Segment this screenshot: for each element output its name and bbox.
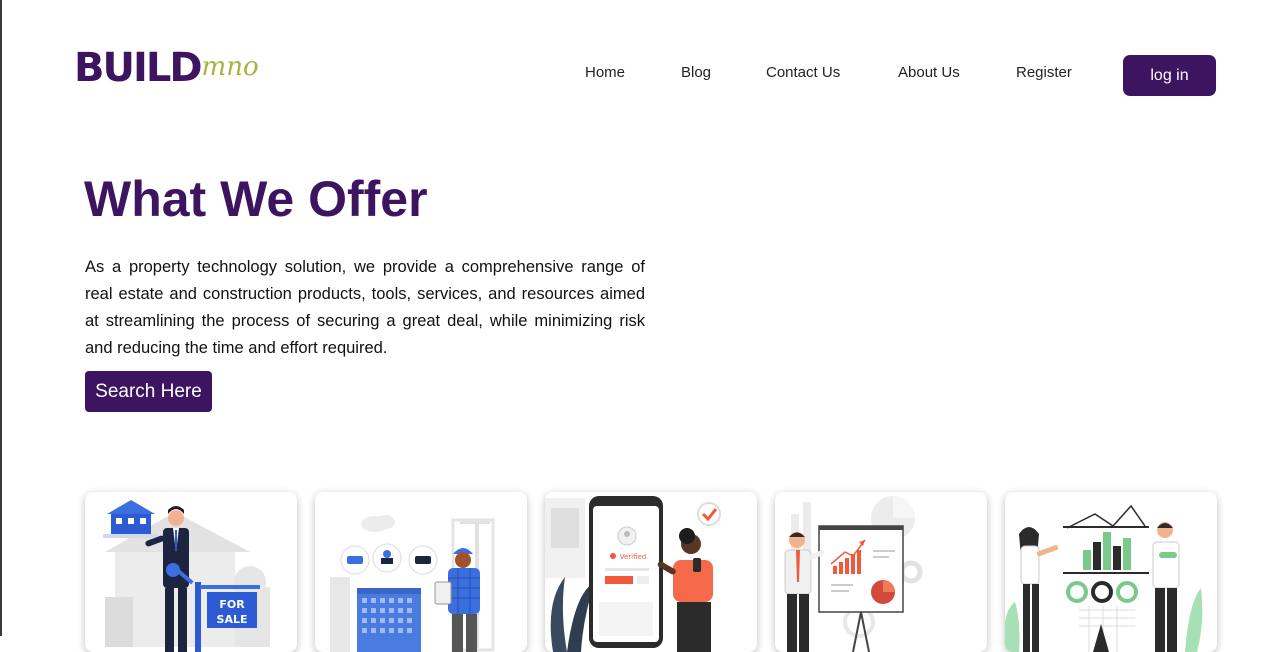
nav-contact-link[interactable]: Contact Us [766,64,840,81]
hero-title: What We Offer [84,171,428,227]
verified-phone-illustration: Verified [545,496,721,652]
logo-primary-text: BUILD [74,45,203,91]
for-sale-sign-line2: SALE [217,613,248,626]
logo[interactable]: BUILD mno [74,44,259,88]
for-sale-sign-line1: FOR [219,598,245,611]
offer-card-real-estate[interactable]: FOR SALE [85,492,297,652]
presentation-chart-illustration [784,496,923,652]
offer-card-construction[interactable] [315,492,527,652]
nav-home-link[interactable]: Home [585,64,625,81]
logo-secondary-text: mno [201,52,259,82]
construction-worker-illustration [330,515,495,652]
window-left-edge [0,0,2,636]
hero-description: As a property technology solution, we pr… [85,258,645,357]
real-estate-agent-illustration: FOR SALE [103,500,270,652]
offer-card-verified[interactable]: Verified [545,492,757,652]
data-analytics-illustration [1005,504,1203,652]
offer-card-analytics[interactable] [1005,492,1217,652]
search-button[interactable]: Search Here [85,371,212,412]
verified-badge-text: Verified [620,553,647,561]
nav-register-link[interactable]: Register [1016,64,1072,81]
login-button[interactable]: log in [1123,55,1216,96]
nav-about-link[interactable]: About Us [898,64,960,81]
offer-card-analysis[interactable] [775,492,987,652]
nav-blog-link[interactable]: Blog [681,64,711,81]
